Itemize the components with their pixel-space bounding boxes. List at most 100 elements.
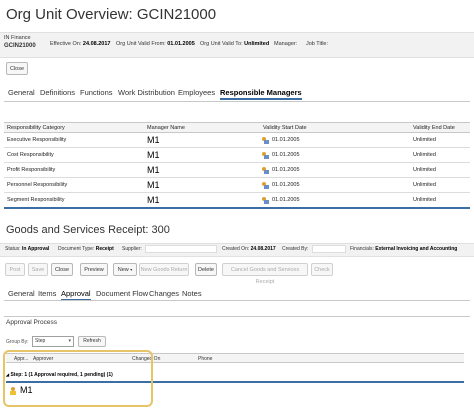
org-unit-id: GCIN21000 <box>4 43 36 49</box>
cell-manager[interactable]: M1 <box>144 147 260 163</box>
new-button[interactable]: New ▾ <box>113 263 137 276</box>
check-button[interactable]: Check <box>311 263 333 276</box>
col-header-category[interactable]: Responsibility Category <box>4 122 144 133</box>
group-by-select[interactable]: Step ▾ <box>32 336 74 347</box>
cell-category: Cost Responsibility <box>4 147 144 163</box>
cell-category: Personnel Responsibility <box>4 177 144 193</box>
col-header-start-date[interactable]: Validity Start Date <box>260 122 410 133</box>
status-label: Status: <box>5 246 21 252</box>
col-header-manager[interactable]: Manager Name <box>144 122 260 133</box>
created-on-field: Created On: 24.08.2017 <box>222 246 276 252</box>
start-date-value: 01.01.2005 <box>272 152 300 158</box>
tab-org-employees[interactable]: Employees <box>178 88 215 97</box>
tab-org-responsible-managers[interactable]: Responsible Managers <box>220 88 302 100</box>
document-type-value: Receipt <box>95 246 114 252</box>
org-tab-divider <box>4 101 470 102</box>
org-unit-name: IN Finance <box>4 35 31 41</box>
cancel-receipt-button[interactable]: Cancel Goods and Services Receipt <box>222 263 308 285</box>
cell-category: Segment Responsibility <box>4 192 144 208</box>
cell-end-date: Unlimited <box>410 192 470 208</box>
tab-changes[interactable]: Changes <box>149 289 179 298</box>
cell-manager[interactable]: M1 <box>144 192 260 208</box>
cell-manager[interactable]: M1 <box>144 177 260 193</box>
supplier-label: Supplier: <box>122 246 142 252</box>
financials-field: Financials: External Invoicing and Accou… <box>350 246 457 252</box>
cell-end-date: Unlimited <box>410 147 470 163</box>
supplier-value <box>145 245 217 253</box>
document-type-label: Document Type: <box>58 246 95 252</box>
page-title-org-unit: Org Unit Overview: GCIN21000 <box>6 6 217 23</box>
chevron-down-icon: ▾ <box>130 267 133 272</box>
cell-category: Profit Responsibility <box>4 162 144 178</box>
valid-from-label: Org Unit Valid From: <box>116 41 166 47</box>
tab-org-general[interactable]: General <box>8 88 35 97</box>
table-header-row: Responsibility Category Manager Name Val… <box>4 122 470 133</box>
valid-to-value: Unlimited <box>244 41 270 47</box>
delete-button[interactable]: Delete <box>195 263 217 276</box>
post-button[interactable]: Post <box>5 263 25 276</box>
cell-end-date: Unlimited <box>410 162 470 178</box>
tab-items[interactable]: Items <box>38 289 56 298</box>
table-row[interactable]: Executive Responsibility M1 01.01.2005 U… <box>4 132 470 148</box>
cell-end-date: Unlimited <box>410 132 470 148</box>
group-by-label: Group By: <box>6 339 29 345</box>
valid-to-label: Org Unit Valid To: <box>200 41 243 47</box>
start-date-value: 01.01.2005 <box>272 182 300 188</box>
table-row[interactable]: Segment Responsibility M1 01.01.2005 Unl… <box>4 192 470 208</box>
org-close-button[interactable]: Close <box>6 62 28 75</box>
created-by-value <box>312 245 346 253</box>
status-field: Status: In Approval <box>5 246 49 252</box>
refresh-button[interactable]: Refresh <box>78 336 106 347</box>
close-button[interactable]: Close <box>51 263 73 276</box>
created-on-value: 24.08.2017 <box>250 246 276 252</box>
calendar-person-icon <box>262 197 269 204</box>
cell-category: Executive Responsibility <box>4 132 144 148</box>
cell-manager[interactable]: M1 <box>144 132 260 148</box>
tab-org-work-distribution[interactable]: Work Distribution <box>118 88 175 97</box>
approval-process-heading: Approval Process <box>6 319 57 326</box>
financials-value: External Invoicing and Accounting <box>375 246 458 252</box>
receipt-tab-divider <box>4 300 470 301</box>
tab-document-flow[interactable]: Document Flow <box>96 289 148 298</box>
cell-start-date: 01.01.2005 <box>260 177 410 193</box>
status-value: In Approval <box>21 246 50 252</box>
tab-general[interactable]: General <box>8 289 35 298</box>
preview-button[interactable]: Preview <box>80 263 108 276</box>
created-by-label: Created By: <box>282 246 309 252</box>
save-button[interactable]: Save <box>28 263 48 276</box>
org-tab-strip: General Definitions Functions Work Distr… <box>0 88 474 100</box>
new-button-label: New <box>117 267 129 273</box>
start-date-value: 01.01.2005 <box>272 196 300 203</box>
col-header-end-date[interactable]: Validity End Date <box>410 122 470 133</box>
cell-end-date: Unlimited <box>410 177 470 193</box>
cell-start-date: 01.01.2005 <box>260 132 410 148</box>
new-goods-return-button[interactable]: New Goods Return <box>139 263 189 276</box>
table-row[interactable]: Cost Responsibility M1 01.01.2005 Unlimi… <box>4 147 470 163</box>
cell-manager[interactable]: M1 <box>144 162 260 178</box>
org-unit-box: IN Finance GCIN21000 <box>4 34 40 56</box>
chevron-down-icon: ▾ <box>68 338 71 344</box>
start-date-value: 01.01.2005 <box>272 167 300 173</box>
effective-on-label: Effective On: <box>50 41 82 47</box>
tab-notes[interactable]: Notes <box>182 289 202 298</box>
table-row[interactable]: Personnel Responsibility M1 01.01.2005 U… <box>4 177 470 193</box>
responsible-managers-table: Responsibility Category Manager Name Val… <box>4 122 470 209</box>
col-header-phone[interactable]: Phone <box>198 356 212 362</box>
cell-start-date: 01.01.2005 <box>260 147 410 163</box>
cell-start-date: 01.01.2005 <box>260 192 410 208</box>
tab-org-definitions[interactable]: Definitions <box>40 88 75 97</box>
calendar-person-icon <box>262 167 269 174</box>
financials-label: Financials: <box>350 246 374 252</box>
valid-to-field: Org Unit Valid To: Unlimited <box>200 41 269 47</box>
highlight-callout <box>3 350 153 407</box>
calendar-person-icon <box>262 182 269 189</box>
job-title-label: Job Title: <box>306 41 329 47</box>
page-title-goods-receipt: Goods and Services Receipt: 300 <box>6 224 170 236</box>
effective-on-value: 24.08.2017 <box>82 41 111 47</box>
start-date-value: 01.01.2005 <box>272 137 300 143</box>
created-on-label: Created On: <box>222 246 250 252</box>
table-row[interactable]: Profit Responsibility M1 01.01.2005 Unli… <box>4 162 470 178</box>
calendar-person-icon <box>262 152 269 159</box>
cell-start-date: 01.01.2005 <box>260 162 410 178</box>
tab-org-functions[interactable]: Functions <box>80 88 113 97</box>
